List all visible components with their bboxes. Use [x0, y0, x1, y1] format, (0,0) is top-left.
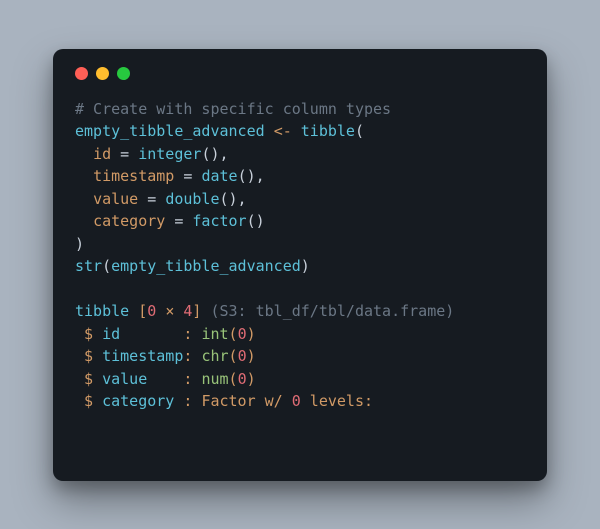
out-zero: 0: [238, 347, 247, 365]
close-icon[interactable]: [75, 67, 88, 80]
str-arg: empty_tibble_advanced: [111, 257, 301, 275]
tibble-fn: tibble: [301, 122, 355, 140]
out-zero: 0: [238, 325, 247, 343]
code-block: # Create with specific column types empt…: [75, 98, 525, 413]
out-levels: levels:: [301, 392, 373, 410]
out-paren: ): [247, 347, 256, 365]
out-type-int: int: [201, 325, 228, 343]
out-paren: (: [229, 370, 238, 388]
str-fn: str: [75, 257, 102, 275]
factor-fn: factor: [192, 212, 246, 230]
paren: (),: [238, 167, 265, 185]
out-s3: (S3: tbl_df/tbl/data.frame): [210, 302, 454, 320]
window-controls: [75, 67, 525, 80]
paren: (),: [201, 145, 228, 163]
paren: (: [355, 122, 364, 140]
paren: (: [102, 257, 111, 275]
variable-name: empty_tibble_advanced: [75, 122, 265, 140]
out-paren: (: [229, 347, 238, 365]
out-zero: 0: [292, 392, 301, 410]
out-col-timestamp: timestamp: [102, 347, 183, 365]
maximize-icon[interactable]: [117, 67, 130, 80]
comment-line: # Create with specific column types: [75, 100, 391, 118]
arg-category: category: [93, 212, 165, 230]
out-tibble: tibble: [75, 302, 129, 320]
arg-id: id: [93, 145, 111, 163]
paren: (): [247, 212, 265, 230]
arg-value: value: [93, 190, 138, 208]
paren: (),: [220, 190, 247, 208]
out-paren: (: [229, 325, 238, 343]
arg-timestamp: timestamp: [93, 167, 174, 185]
date-fn: date: [201, 167, 237, 185]
paren: ): [75, 235, 84, 253]
out-paren: ): [247, 370, 256, 388]
integer-fn: integer: [138, 145, 201, 163]
out-times: ×: [165, 302, 174, 320]
out-dollar: $: [75, 325, 102, 343]
out-dollar: $: [75, 347, 102, 365]
out-type-chr: chr: [201, 347, 228, 365]
terminal-window: # Create with specific column types empt…: [53, 49, 547, 481]
out-factor: Factor w/: [201, 392, 291, 410]
eq: =: [147, 190, 156, 208]
minimize-icon[interactable]: [96, 67, 109, 80]
out-col-value: value: [102, 370, 183, 388]
eq: =: [174, 212, 183, 230]
out-bracket: [: [138, 302, 147, 320]
double-fn: double: [165, 190, 219, 208]
out-bracket: ]: [192, 302, 201, 320]
out-colon: :: [183, 325, 201, 343]
out-colon: :: [183, 370, 201, 388]
out-colon: :: [183, 392, 201, 410]
out-dollar: $: [75, 392, 102, 410]
out-paren: ): [247, 325, 256, 343]
out-col-category: category: [102, 392, 183, 410]
eq: =: [120, 145, 129, 163]
out-zero: 0: [238, 370, 247, 388]
out-col-id: id: [102, 325, 183, 343]
out-type-num: num: [201, 370, 228, 388]
eq: =: [183, 167, 192, 185]
out-rows: 0: [147, 302, 156, 320]
assign-op: <-: [274, 122, 292, 140]
out-colon: :: [183, 347, 201, 365]
out-dollar: $: [75, 370, 102, 388]
paren: ): [301, 257, 310, 275]
